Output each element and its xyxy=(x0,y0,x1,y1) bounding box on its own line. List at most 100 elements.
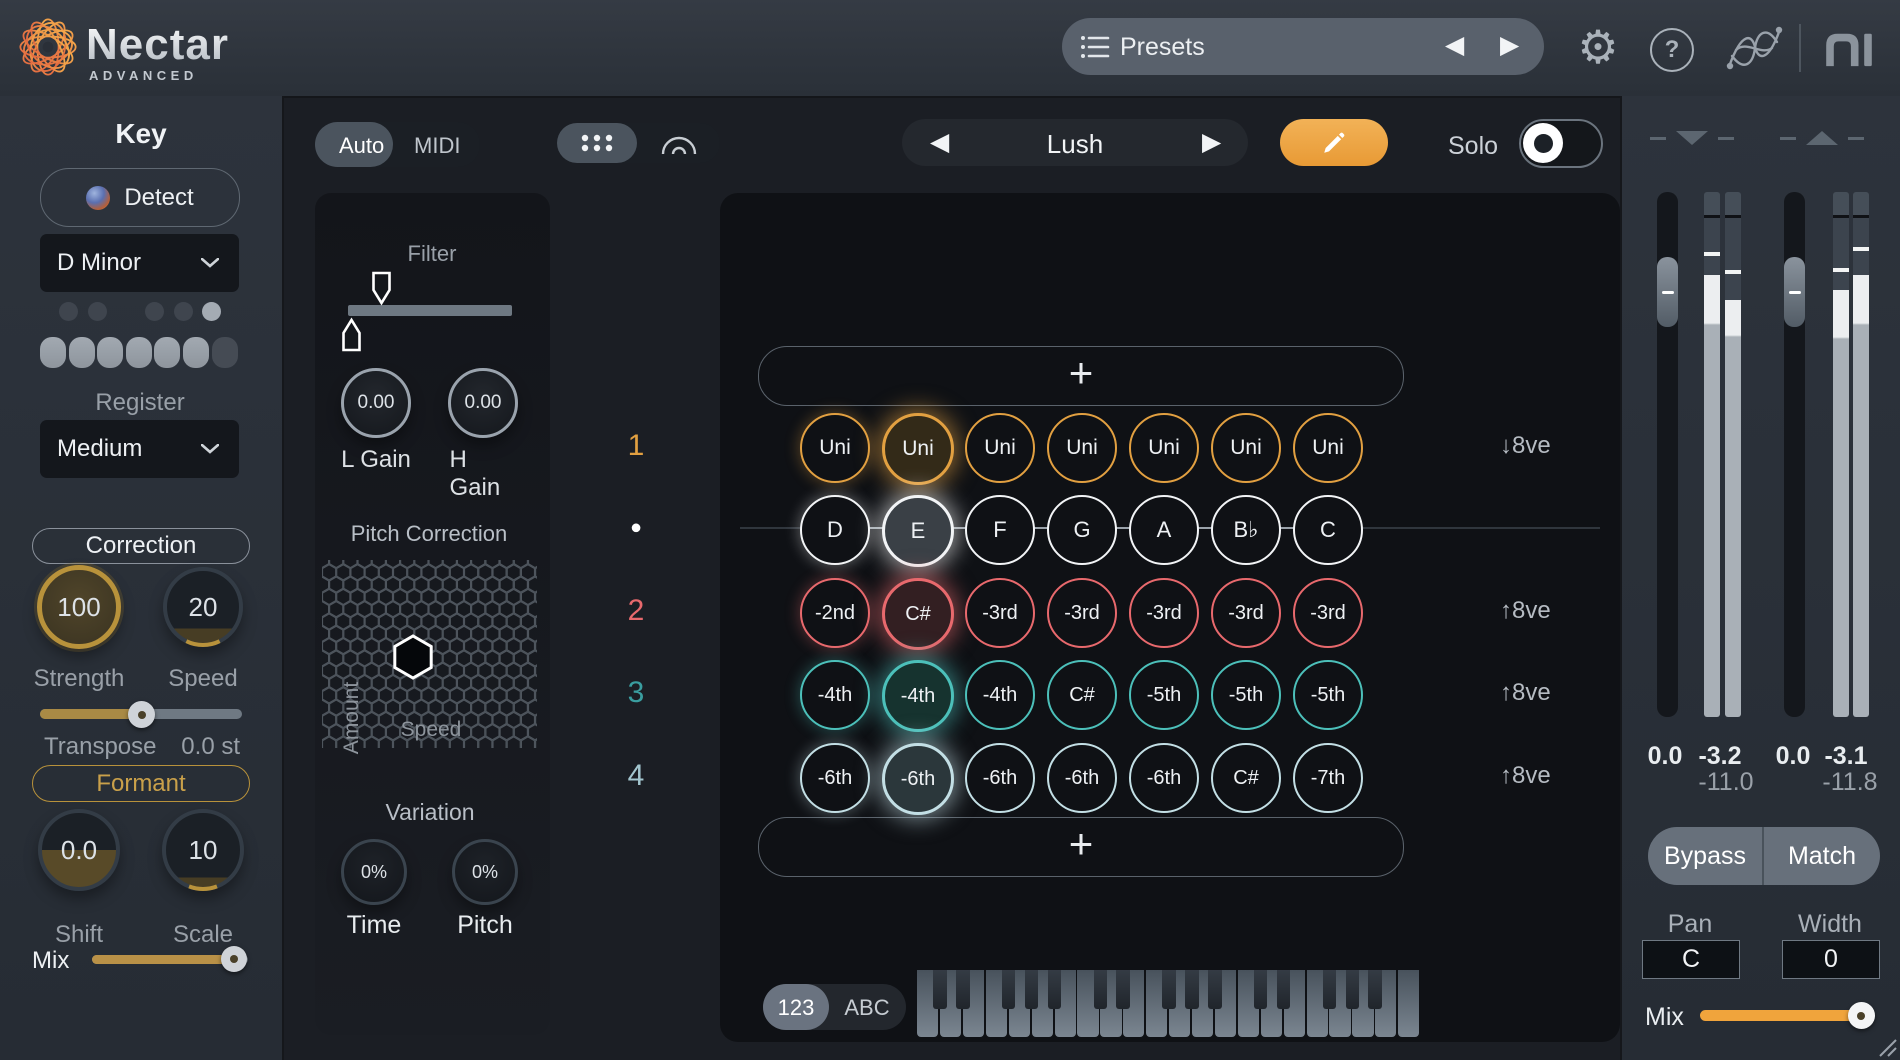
voice-cell[interactable]: -5th xyxy=(1129,660,1199,730)
voice-cell[interactable]: -3rd xyxy=(1129,578,1199,648)
octave-shift-label[interactable]: ↑8ve xyxy=(1500,597,1551,625)
bypass-button[interactable]: Bypass xyxy=(1648,827,1762,885)
piano-black-key[interactable] xyxy=(1254,970,1268,1009)
numeric-labels-segment[interactable]: 123 xyxy=(778,995,815,1021)
resize-grip[interactable] xyxy=(1876,1036,1898,1058)
mini-white-key[interactable] xyxy=(212,337,238,368)
match-button[interactable]: Match xyxy=(1764,827,1880,885)
piano-black-key[interactable] xyxy=(1162,970,1176,1009)
auto-midi-toggle[interactable]: Auto MIDI xyxy=(315,122,480,167)
voice-cell[interactable]: -3rd xyxy=(1293,578,1363,648)
pan-value-box[interactable]: C xyxy=(1642,940,1740,979)
piano-black-key[interactable] xyxy=(1002,970,1016,1009)
width-value-box[interactable]: 0 xyxy=(1782,940,1880,979)
voice-cell[interactable]: -3rd xyxy=(1047,578,1117,648)
voice-cell[interactable]: -4th xyxy=(882,660,954,732)
voice-cell[interactable]: -2nd xyxy=(800,578,870,648)
add-voice-button-top[interactable]: + xyxy=(758,346,1404,406)
piano-black-key[interactable] xyxy=(956,970,970,1009)
voice-cell[interactable]: C xyxy=(1293,495,1363,565)
mini-white-key[interactable] xyxy=(126,337,152,368)
piano-black-key[interactable] xyxy=(1208,970,1222,1009)
key-mix-slider[interactable] xyxy=(92,955,248,964)
octave-shift-label[interactable]: ↑8ve xyxy=(1500,762,1551,790)
voice-cell[interactable]: Uni xyxy=(882,413,954,485)
key-select[interactable]: D Minor xyxy=(40,234,239,292)
voice-cell[interactable]: -4th xyxy=(800,660,870,730)
voice-cell[interactable]: -5th xyxy=(1211,660,1281,730)
harmony-preset-selector[interactable]: ◀ Lush ▶ xyxy=(902,119,1248,166)
voice-cell[interactable]: -3rd xyxy=(965,578,1035,648)
mini-white-key[interactable] xyxy=(183,337,209,368)
voice-cell[interactable]: E xyxy=(882,495,954,567)
voice-cell[interactable]: F xyxy=(965,495,1035,565)
voice-row-label-4[interactable]: 4 xyxy=(628,759,645,793)
mini-black-key[interactable] xyxy=(174,302,193,321)
pitch-correction-handle[interactable] xyxy=(395,636,431,678)
voice-cell[interactable]: -6th xyxy=(965,743,1035,813)
voice-cell[interactable]: C# xyxy=(1047,660,1117,730)
piano-white-key[interactable] xyxy=(1398,970,1419,1037)
note-label-toggle[interactable]: 123 ABC xyxy=(763,984,906,1030)
piano-black-key[interactable] xyxy=(1025,970,1039,1009)
voice-cell[interactable]: -4th xyxy=(965,660,1035,730)
voice-cell[interactable]: Uni xyxy=(1129,413,1199,483)
grid-view-segment[interactable] xyxy=(557,123,637,163)
voice-cell[interactable]: -6th xyxy=(882,743,954,815)
output-mix-slider[interactable] xyxy=(1700,1010,1873,1021)
voice-row-label-2[interactable]: 2 xyxy=(628,594,645,628)
preset-prev-button[interactable]: ◀ xyxy=(1445,33,1464,58)
piano-black-key[interactable] xyxy=(1048,970,1062,1009)
l-gain-knob[interactable]: 0.00 xyxy=(341,368,411,438)
mini-black-key[interactable] xyxy=(145,302,164,321)
output-mix-slider-handle[interactable] xyxy=(1848,1002,1875,1029)
piano-black-key[interactable] xyxy=(1323,970,1337,1009)
voice-cell[interactable]: Uni xyxy=(1293,413,1363,483)
strength-knob[interactable]: 100 xyxy=(37,565,121,649)
filter-high-marker[interactable] xyxy=(371,271,392,306)
solo-toggle[interactable] xyxy=(1519,119,1603,168)
formant-shift-knob[interactable]: 0.0 xyxy=(38,809,120,891)
voices-fader-track[interactable] xyxy=(1657,192,1678,717)
transpose-slider[interactable] xyxy=(40,709,242,719)
voice-row-indicator[interactable]: ● xyxy=(630,517,642,540)
piano-black-key[interactable] xyxy=(1094,970,1108,1009)
output-fader-handle[interactable] xyxy=(1784,257,1805,327)
correction-button[interactable]: Correction xyxy=(32,528,250,564)
mini-white-key[interactable] xyxy=(40,337,66,368)
voice-cell[interactable]: B♭ xyxy=(1211,495,1281,565)
voice-cell[interactable]: D xyxy=(800,495,870,565)
voice-cell[interactable]: Uni xyxy=(1211,413,1281,483)
voice-cell[interactable]: -5th xyxy=(1293,660,1363,730)
piano-black-key[interactable] xyxy=(1116,970,1130,1009)
voice-cell[interactable]: Uni xyxy=(800,413,870,483)
mini-white-key[interactable] xyxy=(69,337,95,368)
octave-shift-label[interactable]: ↓8ve xyxy=(1500,432,1551,460)
speed-knob[interactable]: 20 xyxy=(163,567,243,647)
register-select[interactable]: Medium xyxy=(40,420,239,478)
voice-cell[interactable]: -6th xyxy=(1047,743,1117,813)
time-variation-knob[interactable]: 0% xyxy=(341,839,407,905)
voice-cell[interactable]: A xyxy=(1129,495,1199,565)
solo-toggle-knob[interactable] xyxy=(1523,123,1563,163)
arc-view-icon[interactable] xyxy=(659,132,699,156)
harmony-preset-next-button[interactable]: ▶ xyxy=(1202,130,1221,155)
filter-band-bar[interactable] xyxy=(348,305,512,316)
voice-row-label-1[interactable]: 1 xyxy=(628,429,645,463)
voice-row-label-3[interactable]: 3 xyxy=(628,676,645,710)
formant-scale-knob[interactable]: 10 xyxy=(162,809,244,891)
auto-segment[interactable]: Auto xyxy=(339,133,384,159)
piano-keyboard[interactable] xyxy=(917,970,1421,1037)
key-mix-slider-handle[interactable] xyxy=(221,946,247,972)
voice-cell[interactable]: -3rd xyxy=(1211,578,1281,648)
piano-black-key[interactable] xyxy=(1368,970,1382,1009)
view-mode-toggle[interactable] xyxy=(557,123,720,163)
mini-white-key[interactable] xyxy=(97,337,123,368)
mini-black-key[interactable] xyxy=(202,302,221,321)
voice-cell[interactable]: C# xyxy=(882,578,954,650)
piano-black-key[interactable] xyxy=(933,970,947,1009)
voice-cell[interactable]: C# xyxy=(1211,743,1281,813)
piano-black-key[interactable] xyxy=(1277,970,1291,1009)
voice-cell[interactable]: -6th xyxy=(1129,743,1199,813)
voice-cell[interactable]: -7th xyxy=(1293,743,1363,813)
